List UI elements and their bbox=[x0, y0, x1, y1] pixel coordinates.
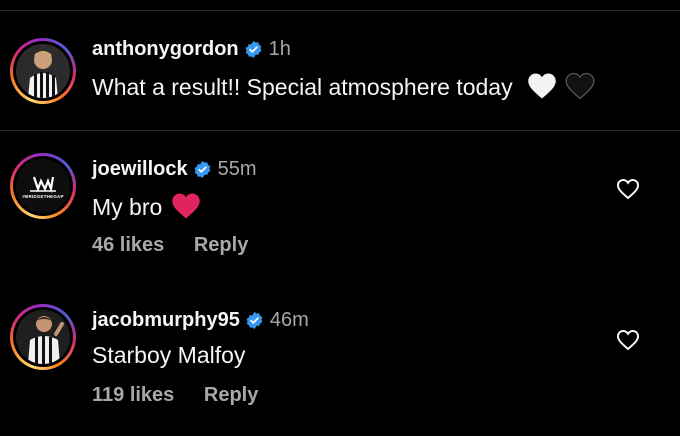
avatar[interactable] bbox=[10, 38, 76, 104]
red-heart-icon bbox=[171, 192, 201, 226]
verified-badge-icon bbox=[244, 40, 263, 59]
likes-count[interactable]: 46 likes bbox=[92, 234, 164, 257]
verified-badge-icon bbox=[193, 160, 212, 179]
comment-text-row: What a result!! Special atmosphere today bbox=[92, 72, 595, 106]
comment-divider bbox=[0, 130, 680, 131]
comment-text: Starboy Malfoy bbox=[92, 342, 246, 368]
likes-count[interactable]: 119 likes bbox=[92, 384, 174, 407]
comment-meta: 119 likes Reply bbox=[92, 384, 258, 407]
timestamp: 55m bbox=[217, 158, 257, 180]
comment-text: What a result!! Special atmosphere today bbox=[92, 74, 513, 101]
timestamp: 46m bbox=[269, 309, 309, 331]
black-heart-icon bbox=[565, 72, 595, 106]
avatar-caption: #BRIDGETHEGAP bbox=[22, 194, 64, 199]
comment-text: My bro bbox=[92, 194, 163, 221]
comment-text-row: My bro bbox=[92, 192, 201, 226]
avatar[interactable]: #BRIDGETHEGAP bbox=[10, 153, 76, 219]
comment-header: joewillock 55m bbox=[92, 158, 257, 181]
verified-badge-icon bbox=[245, 311, 264, 330]
comment-header: jacobmurphy95 46m bbox=[92, 309, 309, 332]
heart-outline-icon[interactable] bbox=[616, 178, 640, 200]
comment-header: anthonygordon 1h bbox=[92, 38, 291, 61]
heart-outline-icon[interactable] bbox=[616, 329, 640, 351]
white-heart-icon bbox=[527, 72, 557, 106]
reply-button[interactable]: Reply bbox=[204, 384, 258, 407]
avatar[interactable] bbox=[10, 304, 76, 370]
top-divider bbox=[0, 10, 680, 11]
username[interactable]: joewillock bbox=[92, 158, 188, 181]
reply-button[interactable]: Reply bbox=[194, 234, 248, 257]
comment-meta: 46 likes Reply bbox=[92, 234, 248, 257]
username[interactable]: anthonygordon bbox=[92, 38, 239, 61]
timestamp: 1h bbox=[268, 38, 291, 60]
username[interactable]: jacobmurphy95 bbox=[92, 309, 240, 332]
